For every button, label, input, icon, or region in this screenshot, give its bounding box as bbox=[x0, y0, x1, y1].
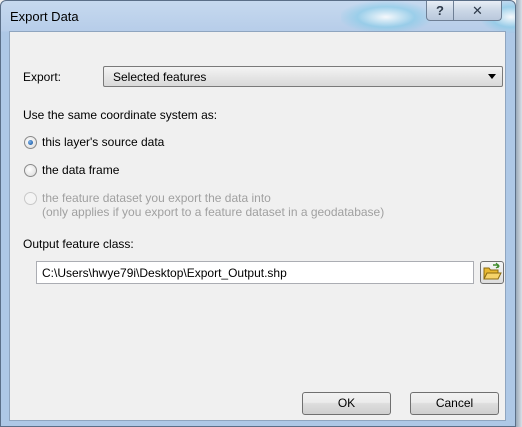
radio-option-feature-dataset: the feature dataset you export the data … bbox=[24, 191, 484, 223]
radio-data-frame[interactable] bbox=[24, 164, 37, 177]
radio-feature-dataset-sublabel: (only applies if you export to a feature… bbox=[42, 205, 385, 219]
help-icon: ? bbox=[436, 3, 444, 18]
title-bar[interactable]: Export Data ? ✕ bbox=[1, 1, 515, 33]
ok-button[interactable]: OK bbox=[302, 392, 391, 415]
export-combobox[interactable]: Selected features bbox=[103, 66, 503, 87]
export-selected-value: Selected features bbox=[113, 70, 207, 84]
output-path-value: C:\Users\hwye79i\Desktop\Export_Output.s… bbox=[42, 266, 287, 280]
export-data-dialog: Export Data ? ✕ Export: Selected feature… bbox=[0, 0, 516, 427]
open-folder-icon bbox=[483, 262, 502, 280]
radio-option-data-frame[interactable]: the data frame bbox=[24, 163, 224, 181]
dialog-client-area: Export: Selected features Use the same c… bbox=[9, 31, 506, 421]
chevron-down-icon bbox=[488, 74, 496, 79]
cancel-button[interactable]: Cancel bbox=[410, 392, 499, 415]
close-button[interactable]: ✕ bbox=[453, 1, 502, 21]
output-path-input[interactable]: C:\Users\hwye79i\Desktop\Export_Output.s… bbox=[36, 261, 474, 284]
radio-option-source-data[interactable]: this layer's source data bbox=[24, 135, 224, 153]
radio-feature-dataset-label: the feature dataset you export the data … bbox=[42, 191, 271, 205]
window-title: Export Data bbox=[10, 9, 79, 24]
browse-folder-button[interactable] bbox=[480, 261, 504, 284]
background-strip bbox=[516, 0, 522, 427]
radio-source-data-label: this layer's source data bbox=[42, 135, 165, 149]
close-icon: ✕ bbox=[472, 2, 483, 18]
radio-source-data[interactable] bbox=[24, 136, 37, 149]
output-feature-class-label: Output feature class: bbox=[23, 237, 134, 251]
coordinate-system-heading: Use the same coordinate system as: bbox=[23, 108, 218, 122]
help-button[interactable]: ? bbox=[426, 1, 454, 21]
title-bar-glow bbox=[341, 1, 431, 33]
radio-data-frame-label: the data frame bbox=[42, 163, 120, 177]
export-label: Export: bbox=[23, 70, 62, 84]
radio-feature-dataset bbox=[24, 192, 37, 205]
